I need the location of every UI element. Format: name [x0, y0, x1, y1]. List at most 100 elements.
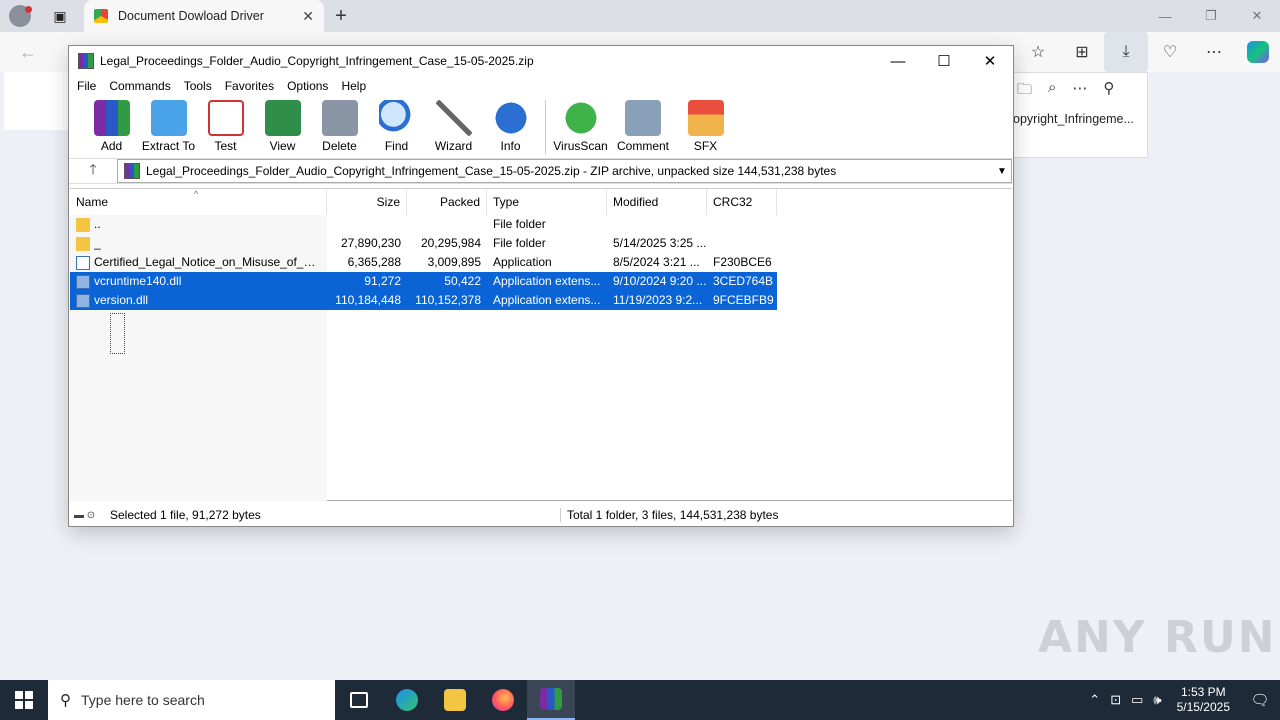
- menu-file[interactable]: File: [77, 79, 96, 93]
- info-button[interactable]: Info: [482, 100, 539, 153]
- toolbar-separator: [545, 100, 546, 154]
- add-button[interactable]: Add: [83, 100, 140, 153]
- search-icon: ⚲: [60, 692, 71, 709]
- notification-center-icon[interactable]: 🗨: [1240, 691, 1280, 709]
- comment-label: Comment: [616, 139, 669, 153]
- extract-to-label: Extract To: [141, 139, 196, 153]
- task-view-button[interactable]: [335, 680, 383, 720]
- chevron-down-icon[interactable]: ▼: [993, 166, 1011, 177]
- winrar-app-icon: [78, 53, 94, 69]
- column-header-name[interactable]: Name ^: [70, 189, 327, 215]
- extract-to-button[interactable]: Extract To: [140, 100, 197, 153]
- settings-more-icon[interactable]: ⋯: [1192, 32, 1236, 72]
- profile-button[interactable]: [0, 0, 40, 32]
- delete-button[interactable]: Delete: [311, 100, 368, 153]
- browser-toolbar-right: ☆ ⊞ ⤓ ♡ ⋯: [1016, 32, 1280, 72]
- column-header-type[interactable]: Type: [487, 189, 607, 215]
- firefox-icon: [492, 689, 514, 711]
- find-magnifier-icon: [378, 100, 415, 136]
- winrar-title: Legal_Proceedings_Folder_Audio_Copyright…: [100, 54, 534, 68]
- meet-now-icon[interactable]: ⊡: [1110, 692, 1121, 708]
- cell-name: Certified_Legal_Notice_on_Misuse_of_Prot…: [70, 253, 327, 272]
- restore-button[interactable]: ❐: [1188, 0, 1234, 32]
- taskbar-firefox[interactable]: [479, 680, 527, 720]
- column-header-size[interactable]: Size: [327, 189, 407, 215]
- wizard-label: Wizard: [434, 139, 473, 153]
- column-header-packed[interactable]: Packed: [407, 189, 487, 215]
- taskbar-search[interactable]: ⚲ Type here to search: [48, 680, 335, 720]
- virusscan-button[interactable]: VirusScan: [552, 100, 609, 153]
- info-label: Info: [500, 139, 521, 153]
- wizard-wand-icon: [435, 100, 472, 136]
- download-item-name[interactable]: opyright_Infringeme...: [1013, 112, 1134, 126]
- sfx-button[interactable]: SFX: [677, 100, 734, 153]
- menu-favorites[interactable]: Favorites: [225, 79, 274, 93]
- start-button[interactable]: [0, 680, 48, 720]
- wizard-button[interactable]: Wizard: [425, 100, 482, 153]
- menu-help[interactable]: Help: [341, 79, 366, 93]
- winrar-close-button[interactable]: ✕: [967, 46, 1013, 76]
- winrar-toolbar: Add Extract To Test View Delete Find Wiz…: [69, 96, 1013, 158]
- drag-selection-rectangle: [110, 313, 125, 354]
- drive-icon: ▬ ⊙: [74, 509, 96, 521]
- comment-button[interactable]: Comment: [609, 100, 677, 153]
- browser-tab[interactable]: Document Dowload Driver ✕: [84, 0, 324, 32]
- file-name: version.dll: [94, 293, 149, 307]
- new-tab-button[interactable]: +: [324, 0, 358, 32]
- collections-icon[interactable]: ⊞: [1060, 32, 1104, 72]
- more-options-icon[interactable]: ⋯: [1072, 79, 1087, 104]
- file-list[interactable]: Name ^ Size Packed Type Modified CRC32 ..…: [70, 188, 1012, 501]
- find-button[interactable]: Find: [368, 100, 425, 153]
- path-combobox[interactable]: Legal_Proceedings_Folder_Audio_Copyright…: [117, 159, 1012, 183]
- file-name: Certified_Legal_Notice_on_Misuse_of_Prot…: [94, 255, 321, 269]
- favorites-star-icon[interactable]: ☆: [1016, 32, 1060, 72]
- tab-close-icon[interactable]: ✕: [302, 8, 314, 25]
- file-name: ..: [94, 217, 101, 231]
- taskbar-file-explorer[interactable]: [431, 680, 479, 720]
- tab-actions-icon[interactable]: ▣: [40, 0, 80, 32]
- up-arrow-icon[interactable]: 🡑: [69, 159, 117, 183]
- cell-modified: 11/19/2023 9:2...: [613, 293, 703, 307]
- search-icon[interactable]: ⌕: [1048, 79, 1056, 104]
- cell-type: File folder: [493, 217, 546, 231]
- test-button[interactable]: Test: [197, 100, 254, 153]
- browser-essentials-icon[interactable]: ♡: [1148, 32, 1192, 72]
- winrar-maximize-button[interactable]: ☐: [921, 46, 967, 76]
- table-row-selected[interactable]: vcruntime140.dll 91,272 50,422 Applicati…: [70, 272, 777, 291]
- cell-crc32: F230BCE6: [713, 255, 772, 269]
- winrar-minimize-button[interactable]: —: [875, 46, 921, 76]
- table-row[interactable]: .. File folder: [70, 215, 777, 234]
- taskbar-edge[interactable]: [383, 680, 431, 720]
- close-button[interactable]: ✕: [1234, 0, 1280, 32]
- delete-label: Delete: [322, 139, 357, 153]
- column-header-crc32[interactable]: CRC32: [707, 189, 777, 215]
- taskbar-winrar[interactable]: [527, 680, 575, 720]
- volume-icon[interactable]: 🕪: [1153, 692, 1161, 708]
- windows-taskbar: ⚲ Type here to search ⌃ ⊡ ▭ 🕪 1:53 PM 5/…: [0, 680, 1280, 720]
- back-button[interactable]: ←: [8, 42, 48, 63]
- chevron-up-icon[interactable]: ⌃: [1089, 692, 1100, 708]
- downloads-icon[interactable]: ⤓: [1104, 32, 1148, 72]
- menu-options[interactable]: Options: [287, 79, 328, 93]
- taskbar-clock[interactable]: 1:53 PM 5/15/2025: [1177, 685, 1230, 715]
- view-button[interactable]: View: [254, 100, 311, 153]
- sort-arrow-icon: ^: [194, 189, 199, 199]
- minimize-button[interactable]: —: [1142, 0, 1188, 32]
- address-bar: 🡑 Legal_Proceedings_Folder_Audio_Copyrig…: [69, 158, 1013, 184]
- cell-packed: 3,009,895: [427, 255, 481, 269]
- table-row[interactable]: Certified_Legal_Notice_on_Misuse_of_Prot…: [70, 253, 777, 272]
- pin-icon[interactable]: ⚲: [1103, 79, 1114, 104]
- winrar-menubar: File Commands Tools Favorites Options He…: [69, 76, 1013, 96]
- copilot-icon[interactable]: [1236, 32, 1280, 72]
- column-header-modified[interactable]: Modified: [607, 189, 707, 215]
- menu-tools[interactable]: Tools: [184, 79, 212, 93]
- winrar-titlebar: Legal_Proceedings_Folder_Audio_Copyright…: [69, 46, 1013, 76]
- table-row[interactable]: _ 27,890,230 20,295,984 File folder 5/14…: [70, 234, 777, 253]
- menu-commands[interactable]: Commands: [109, 79, 170, 93]
- winrar-icon: [540, 688, 562, 710]
- notification-dot: [25, 6, 32, 13]
- edge-icon: [396, 689, 418, 711]
- network-icon[interactable]: ▭: [1131, 692, 1143, 708]
- open-folder-icon[interactable]: 🗀: [1017, 79, 1032, 104]
- table-row-selected[interactable]: version.dll 110,184,448 110,152,378 Appl…: [70, 291, 777, 310]
